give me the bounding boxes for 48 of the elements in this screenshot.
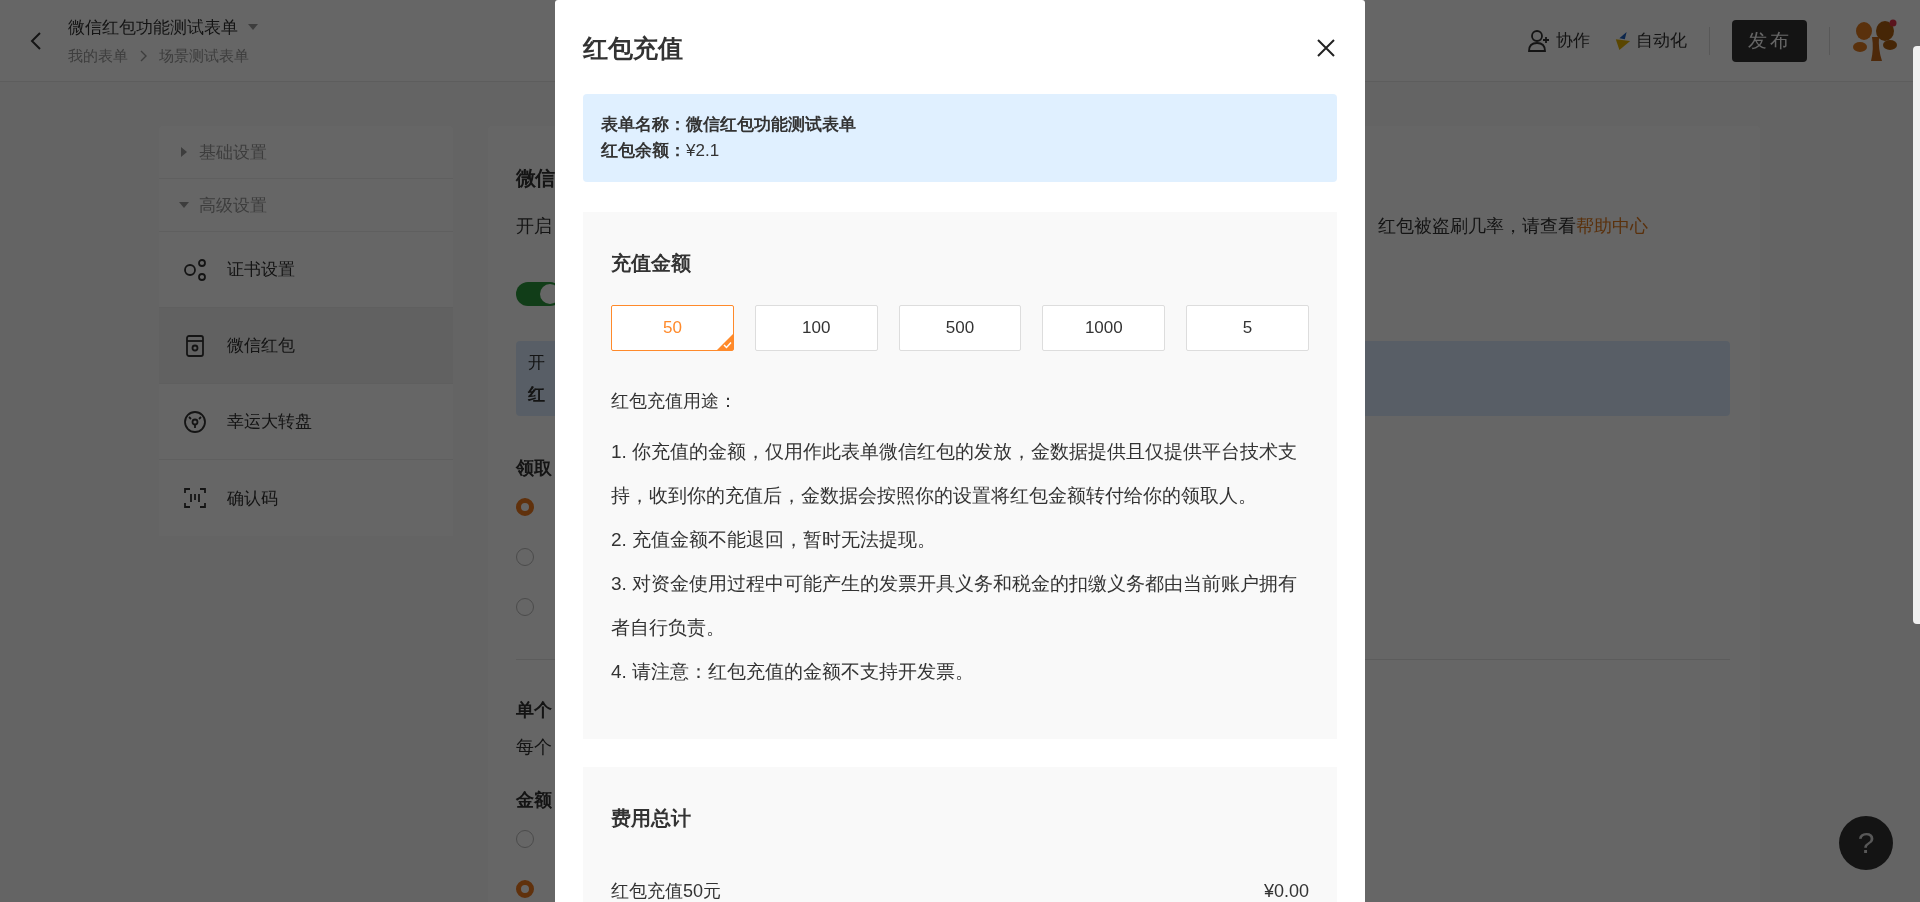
notice-text: 红: [528, 384, 545, 406]
usage-item: 4. 请注意：红包充值的金额不支持开发票。: [611, 660, 976, 684]
description-text: 开启: [516, 215, 552, 238]
close-icon[interactable]: [1317, 39, 1335, 57]
sidebar-item[interactable]: 微信红包: [159, 308, 453, 384]
help-center-link[interactable]: 帮助中心: [1576, 216, 1648, 236]
usage-item: 3. 对资金使用过程中可能产生的发票开具义务和税金的扣缴义务都由当前账户拥有者自行负责。: [611, 572, 1299, 640]
nodes-icon: [183, 257, 207, 282]
chevron-icon: [140, 50, 147, 62]
collaborate-button[interactable]: 协作: [1528, 29, 1590, 52]
automation-button[interactable]: 自动化: [1614, 29, 1687, 52]
dialog-title: 红包充值: [583, 32, 683, 64]
back-icon[interactable]: [30, 30, 42, 51]
amount-option[interactable]: 500: [898, 305, 1022, 351]
notice-text: 开: [528, 352, 545, 374]
amount-option[interactable]: 5: [1186, 305, 1309, 351]
envelope-icon: [183, 333, 207, 358]
field-title: 单个: [516, 699, 552, 722]
usage-title: 红包充值用途：: [611, 390, 738, 413]
amount-option[interactable]: 100: [754, 305, 878, 351]
publish-button[interactable]: 发布: [1732, 19, 1807, 62]
tree-logo-icon[interactable]: [1852, 18, 1898, 63]
form-title: 微信红包功能测试表单: [68, 16, 238, 39]
wheel-icon: [183, 409, 207, 434]
section-title: 微信: [516, 166, 554, 191]
amount-option[interactable]: 50: [611, 305, 734, 351]
scrollbar-thumb[interactable]: [1913, 46, 1920, 624]
radio-button[interactable]: [516, 498, 534, 516]
panel-title: 费用总计: [611, 806, 692, 831]
usage-item: 2. 充值金额不能退回，暂时无法提现。: [611, 528, 938, 552]
field-title: 领取: [516, 457, 552, 480]
check-corner-icon: [716, 334, 733, 350]
help-button[interactable]: ?: [1839, 816, 1893, 870]
usage-item: 1. 你充值的金额，仅用作此表单微信红包的发放，金数据提供且仅提供平台技术支持，收到你的充值后，金数据会按照你的设置将红包金额转付给你的领取人。: [611, 440, 1299, 508]
balance-text: 红包余额：¥2.1: [601, 140, 720, 162]
add-user-icon: [1528, 29, 1552, 52]
lightning-icon: [1614, 30, 1632, 51]
amount-option[interactable]: 1000: [1042, 305, 1166, 351]
caret-icon[interactable]: [248, 24, 258, 30]
scan-code-icon: [183, 486, 207, 510]
panel-title: 充值金额: [611, 251, 692, 276]
description-text: 红包被盗刷几率，请查看帮助中心: [1378, 215, 1648, 238]
form-name-text: 表单名称：微信红包功能测试表单: [601, 114, 856, 136]
field-text: 每个: [516, 736, 552, 759]
fee-value: ¥0.00: [1263, 880, 1309, 902]
field-title: 金额: [516, 789, 552, 812]
fee-label: 红包充值50元: [611, 880, 722, 902]
radio-button[interactable]: [516, 880, 534, 898]
